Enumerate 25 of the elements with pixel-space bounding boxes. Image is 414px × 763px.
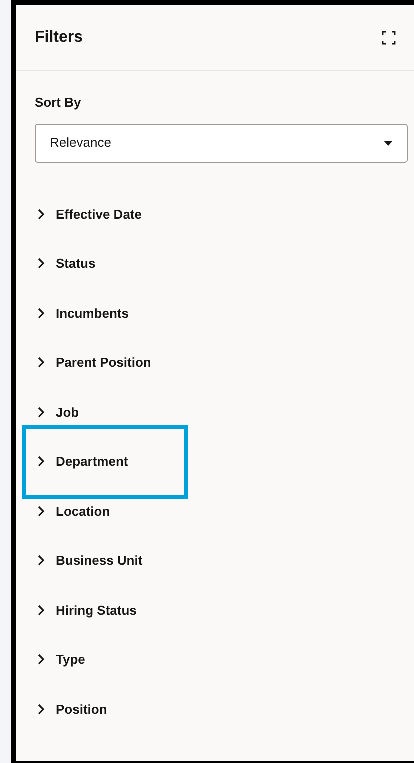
chevron-right-icon: [38, 704, 45, 715]
chevron-right-icon: [38, 258, 45, 270]
sort-label: Sort By: [35, 94, 82, 112]
panel-title: Filters: [35, 28, 84, 48]
filter-section-toggle[interactable]: Hiring Status: [26, 590, 145, 630]
chevron-right-icon: [38, 506, 45, 517]
filter-section-toggle[interactable]: Status: [26, 244, 104, 284]
fullscreen-icon[interactable]: [382, 30, 396, 44]
filter-section-toggle[interactable]: Position: [26, 689, 116, 730]
chevron-right-icon: [38, 357, 45, 368]
chevron-right-icon: [38, 456, 45, 468]
chevron-right-icon: [38, 208, 45, 220]
chevron-right-icon: [38, 555, 45, 566]
caret-icon: [384, 140, 393, 146]
filter-section-toggle[interactable]: Parent Position: [26, 342, 160, 383]
sort-dropdown[interactable]: Relevance: [35, 124, 408, 162]
chevron-right-icon: [38, 308, 45, 319]
filter-section-toggle[interactable]: Effective Date: [26, 194, 150, 234]
filter-section-toggle[interactable]: Type: [26, 640, 94, 680]
filter-section-toggle[interactable]: Business Unit: [26, 540, 151, 581]
chevron-right-icon: [38, 406, 45, 418]
filter-section-toggle[interactable]: Department: [22, 424, 188, 499]
chevron-right-icon: [38, 654, 45, 666]
filter-section-toggle[interactable]: Incumbents: [26, 293, 137, 334]
chevron-right-icon: [38, 604, 45, 616]
